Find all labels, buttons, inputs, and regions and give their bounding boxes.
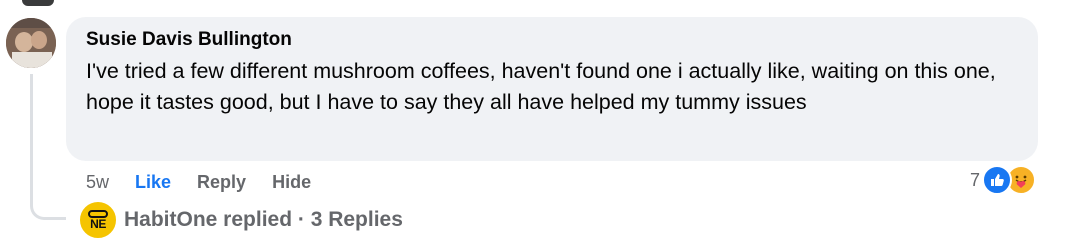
thread-connector xyxy=(30,74,66,220)
comment-timestamp[interactable]: 5w xyxy=(86,172,109,193)
replies-summary-text[interactable]: HabitOne replied · 3 Replies xyxy=(124,208,403,232)
like-icon xyxy=(982,165,1012,195)
reaction-summary[interactable]: 7 xyxy=(970,164,1036,196)
like-button[interactable]: Like xyxy=(135,172,171,193)
avatar-photo xyxy=(6,18,56,68)
comment-actions: 5w Like Reply Hide xyxy=(86,170,311,194)
comment-author[interactable]: Susie Davis Bullington xyxy=(86,28,1018,52)
previous-avatar-edge xyxy=(22,0,54,6)
reaction-count: 7 xyxy=(969,169,980,190)
comment-bubble: Susie Davis Bullington I've tried a few … xyxy=(66,17,1038,161)
hide-button[interactable]: Hide xyxy=(272,172,311,193)
habitone-logo-icon: NE xyxy=(80,202,116,238)
avatar[interactable] xyxy=(6,18,56,68)
comment-text: I've tried a few different mushroom coff… xyxy=(86,59,996,114)
reply-button[interactable]: Reply xyxy=(197,172,246,193)
replies-summary[interactable]: NE HabitOne replied · 3 Replies xyxy=(80,201,403,239)
